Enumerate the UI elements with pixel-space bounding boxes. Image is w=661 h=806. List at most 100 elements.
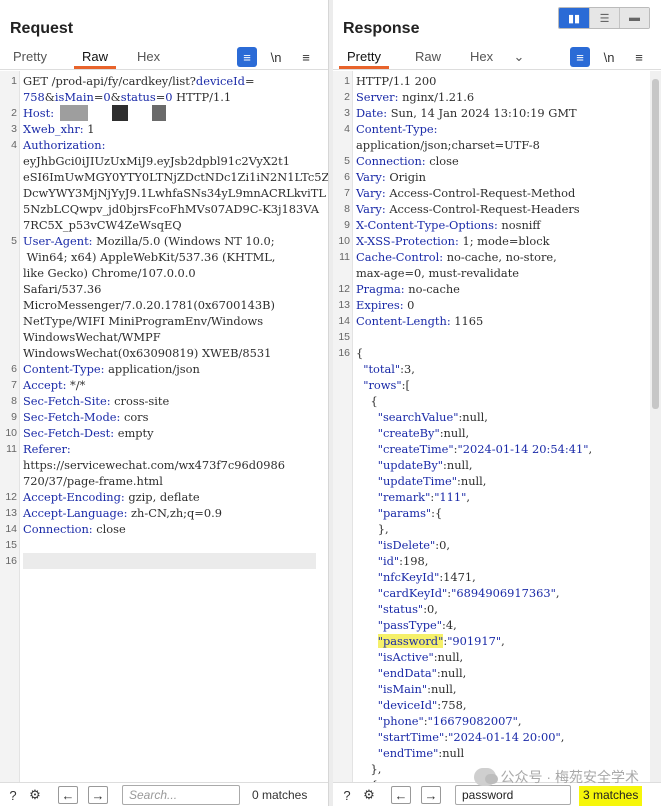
layout-side-by-side-icon[interactable]: ▮▮ xyxy=(559,8,589,28)
request-tab-pretty[interactable]: Pretty xyxy=(13,49,47,64)
request-tab-raw[interactable]: Raw xyxy=(73,49,117,69)
response-search-input[interactable] xyxy=(455,785,571,805)
search-prev-icon[interactable]: ← xyxy=(391,786,411,804)
search-prev-icon[interactable]: ← xyxy=(58,786,78,804)
response-pane: Response ▮▮ ☰ ▬ Pretty Raw Hex ⌄ ≡ \n ≡ … xyxy=(333,0,661,806)
line-number: 10 xyxy=(5,427,17,439)
code-token: WindowsWechat/WMPF xyxy=(23,330,161,344)
code-token: cross-site xyxy=(110,394,170,408)
response-code-line: "password":"901917", xyxy=(356,633,649,649)
response-wrap-lines-icon[interactable]: ≡ xyxy=(570,47,590,67)
code-token: :{ xyxy=(431,506,443,520)
more-tabs-chevron-down-icon[interactable]: ⌄ xyxy=(509,47,529,67)
request-code-line: like Gecko) Chrome/107.0.0.0 xyxy=(23,265,316,281)
response-code-line: "startTime":"2024-01-14 20:00", xyxy=(356,729,649,745)
code-token: :null, xyxy=(457,474,487,488)
response-code-line: "updateTime":null, xyxy=(356,473,649,489)
line-number: 10 xyxy=(338,235,350,247)
request-tabs: Pretty Raw Hex ≡ \n ≡ xyxy=(0,44,328,70)
code-token: nginx/1.21.6 xyxy=(398,90,475,104)
request-newline-icon[interactable]: \n xyxy=(266,47,286,67)
code-token: "cardKeyId" xyxy=(356,586,448,600)
code-token: = xyxy=(155,90,166,104)
code-token: status xyxy=(120,90,156,104)
response-tab-pretty[interactable]: Pretty xyxy=(339,49,389,69)
code-token: 758 xyxy=(23,90,45,104)
request-editor[interactable]: 1 2 3 4 5 6 7 8 9 10 11 12 13 14 15 16 GET /prod-api/fy… xyxy=(0,71,328,782)
response-tab-raw[interactable]: Raw xyxy=(415,49,441,64)
request-tab-hex[interactable]: Hex xyxy=(137,49,160,64)
line-number: 15 xyxy=(5,539,17,551)
code-token: WindowsWechat(0x63090819) XWEB/8531 xyxy=(23,346,272,360)
line-number: 8 xyxy=(11,395,17,407)
code-token: :0, xyxy=(435,538,450,552)
line-number: 6 xyxy=(11,363,17,375)
code-token: "deviceId" xyxy=(356,698,438,712)
code-token: Content-Type: xyxy=(23,362,105,376)
code-token: Vary: xyxy=(356,202,386,216)
request-code-line: WindowsWechat(0x63090819) XWEB/8531 xyxy=(23,345,316,361)
request-title: Request xyxy=(10,20,74,37)
response-editor[interactable]: 1 2 3 4 5 6 7 8 9 10 11 12 13 14 15 16 HTTP/1.1 200 Serv… xyxy=(333,71,661,782)
response-code-line: { xyxy=(356,393,649,409)
line-number: 11 xyxy=(6,443,17,455)
response-code-line: "nfcKeyId":1471, xyxy=(356,569,649,585)
response-match-count: 3 matches xyxy=(579,786,643,806)
layout-stacked-icon[interactable]: ☰ xyxy=(589,8,619,28)
settings-gear-icon[interactable]: ⚙ xyxy=(25,786,45,804)
code-token: "createBy" xyxy=(356,426,440,440)
code-token: 0 xyxy=(103,90,111,104)
response-newline-icon[interactable]: \n xyxy=(599,47,619,67)
code-token: max-age=0, must-revalidate xyxy=(356,266,520,280)
request-code-line: Safari/537.36 xyxy=(23,281,316,297)
response-code-line: X-XSS-Protection: 1; mode=block xyxy=(356,233,649,249)
search-next-icon[interactable]: → xyxy=(421,786,441,804)
line-number: 9 xyxy=(11,411,17,423)
search-next-icon[interactable]: → xyxy=(88,786,108,804)
request-wrap-lines-icon[interactable]: ≡ xyxy=(237,47,257,67)
code-token: Safari/537.36 xyxy=(23,282,102,296)
code-token: Vary: xyxy=(356,170,386,184)
request-code-line: 7RC5X_p53vCW4ZeWsqEQ xyxy=(23,217,316,233)
request-search-input[interactable] xyxy=(122,785,240,805)
request-code[interactable]: GET /prod-api/fy/cardkey/list?deviceId= 7… xyxy=(23,71,328,569)
code-token: :0, xyxy=(423,602,438,616)
request-code-line: Content-Type: application/json xyxy=(23,361,316,377)
code-token: , xyxy=(501,634,505,648)
line-number: 7 xyxy=(11,379,17,391)
help-icon[interactable]: ? xyxy=(337,786,357,804)
code-token: "startTime" xyxy=(356,730,445,744)
line-number: 3 xyxy=(11,123,17,135)
response-code-line: "rows":[ xyxy=(356,377,649,393)
response-scrollbar[interactable] xyxy=(650,71,661,782)
code-token: "111" xyxy=(434,490,467,504)
code-token: application/json;charset=UTF-8 xyxy=(356,138,540,152)
response-code-line: "total":3, xyxy=(356,361,649,377)
response-code-line: "deviceId":758, xyxy=(356,697,649,713)
response-tab-hex[interactable]: Hex xyxy=(470,49,493,64)
code-token: & xyxy=(110,90,121,104)
response-code-line: Vary: Access-Control-Request-Method xyxy=(356,185,649,201)
response-code-line: "endData":null, xyxy=(356,665,649,681)
layout-tabs-icon[interactable]: ▬ xyxy=(619,8,649,28)
scrollbar-thumb[interactable] xyxy=(652,79,659,409)
request-pane: Request Pretty Raw Hex ≡ \n ≡ 1234567891… xyxy=(0,0,329,806)
response-code-line: Server: nginx/1.21.6 xyxy=(356,89,649,105)
help-icon[interactable]: ? xyxy=(3,786,23,804)
code-token: Accept: xyxy=(23,378,67,392)
request-menu-icon[interactable]: ≡ xyxy=(296,47,316,67)
response-code-line: "cardKeyId":"6894906917363", xyxy=(356,585,649,601)
response-code[interactable]: HTTP/1.1 200 Server: nginx/1.21.6 Date: Su… xyxy=(356,71,649,782)
response-menu-icon[interactable]: ≡ xyxy=(629,47,649,67)
response-code-line: Vary: Access-Control-Request-Headers xyxy=(356,201,649,217)
response-code-line: "updateBy":null, xyxy=(356,457,649,473)
code-token: GET /prod-api/fy/cardkey/list? xyxy=(23,74,196,88)
code-token: nosniff xyxy=(497,218,541,232)
settings-gear-icon[interactable]: ⚙ xyxy=(359,786,379,804)
code-token: "searchValue" xyxy=(356,410,459,424)
code-token: }, xyxy=(356,522,389,536)
code-token: "rows" xyxy=(356,378,402,392)
response-code-line: Content-Type: xyxy=(356,121,649,137)
request-code-line: 5NzbLCQwpv_jd0bjrsFcoFhMVs07AD9C-K3j183V… xyxy=(23,201,319,217)
